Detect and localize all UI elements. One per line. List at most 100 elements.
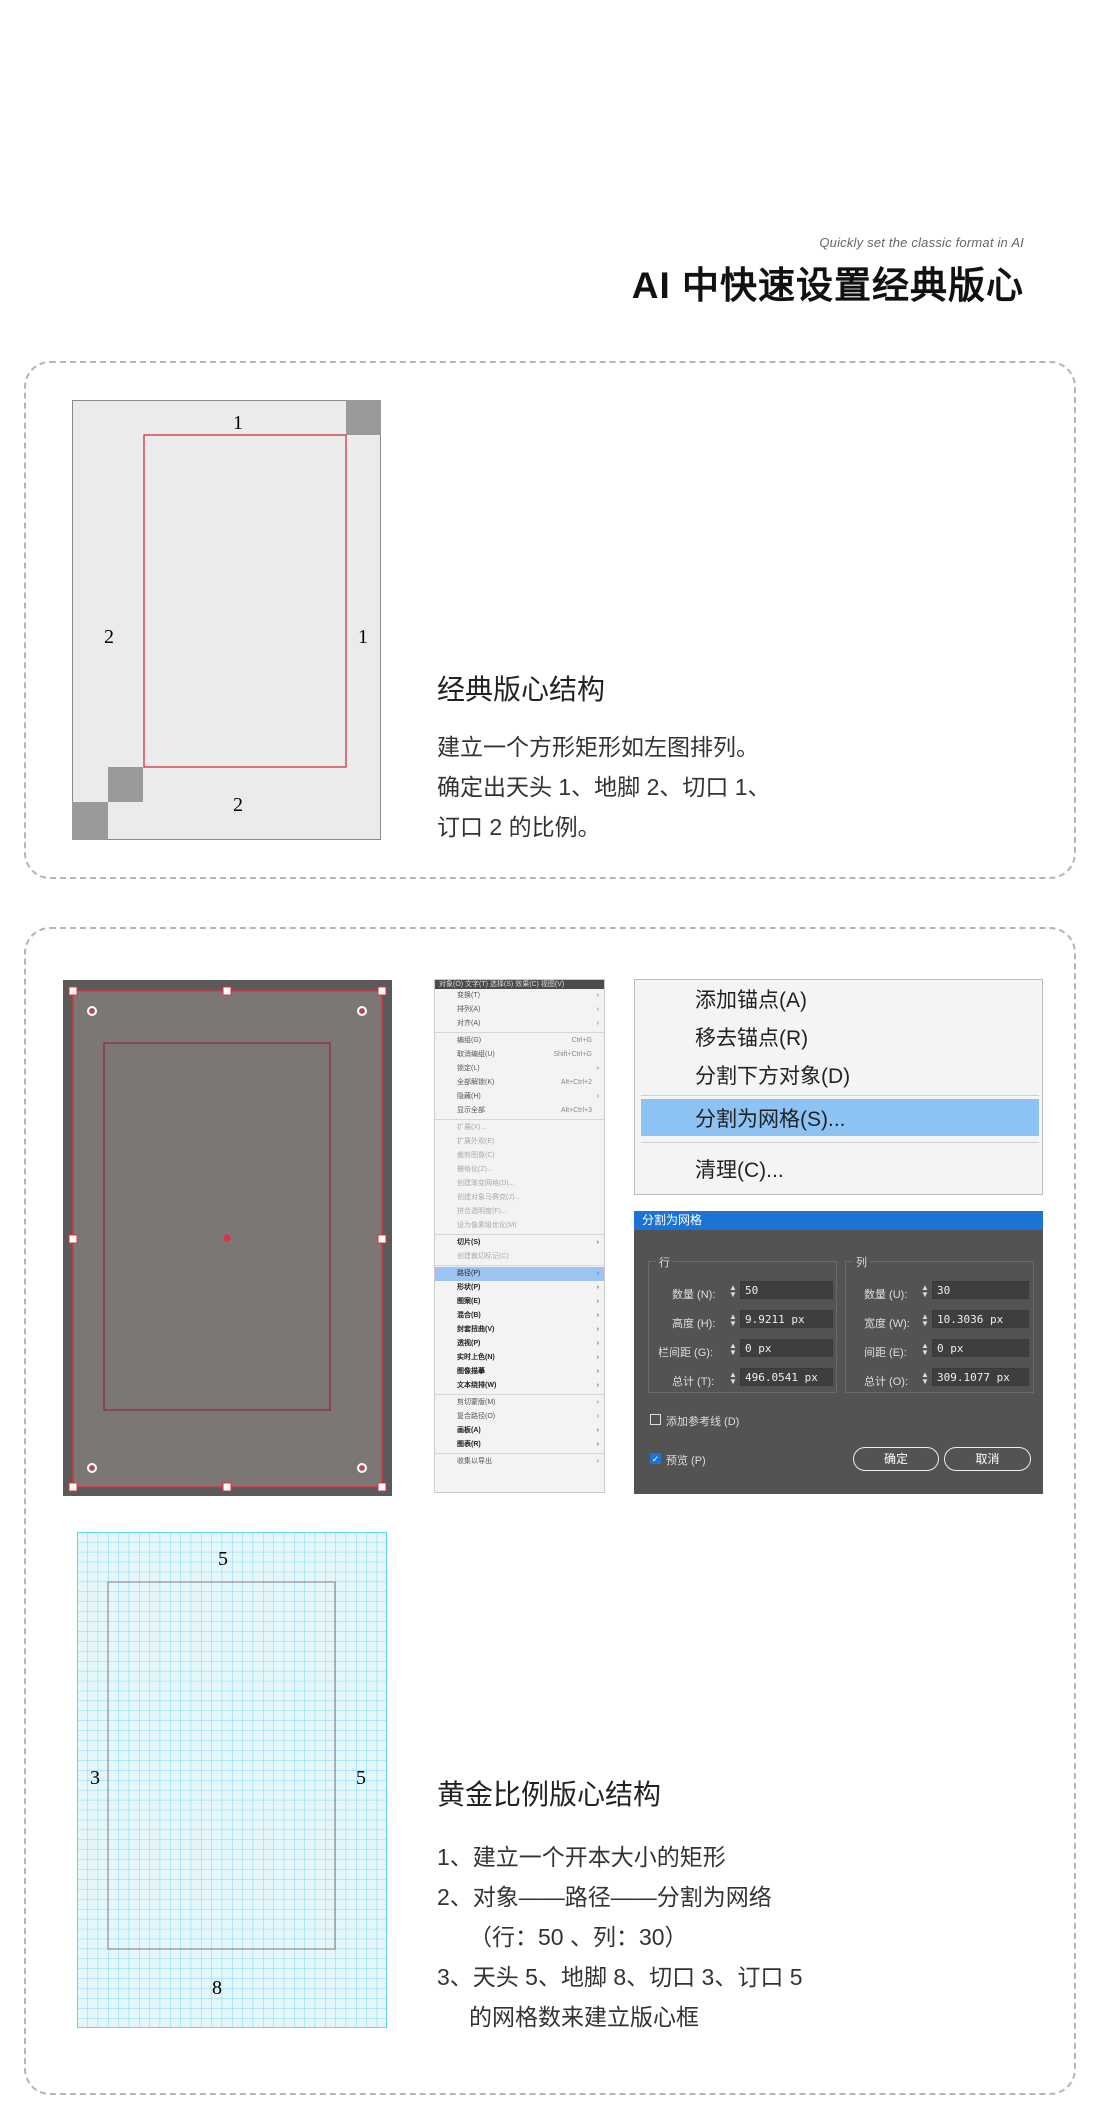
chevron-right-icon: ›: [596, 1326, 599, 1333]
menu-item[interactable]: 对齐(A) ›: [435, 1017, 604, 1031]
chevron-right-icon: ›: [596, 1006, 599, 1013]
spinner-arrows-icon[interactable]: ▲ ▼: [729, 1284, 737, 1299]
menu-item-split-grid[interactable]: 分割为网格(S)...: [695, 1103, 846, 1133]
menu-item[interactable]: 收集以导出 ›: [435, 1455, 604, 1469]
menu-item-remove-anchor[interactable]: 移去锚点(R): [695, 1022, 808, 1052]
menu-item[interactable]: 编组(G) Ctrl+G: [435, 1034, 604, 1048]
rows-height-label: 高度 (H):: [672, 1318, 716, 1330]
cols-number-label: 数量 (U):: [864, 1289, 908, 1301]
spinner-arrows-icon[interactable]: ▲ ▼: [921, 1342, 929, 1357]
menu-item[interactable]: 图像描摹 ›: [435, 1365, 604, 1379]
menu-item[interactable]: 拼合透明度(F)...: [435, 1205, 604, 1219]
menu-item-divide-below[interactable]: 分割下方对象(D): [695, 1060, 850, 1090]
cols-width-field[interactable]: 10.3036 px: [932, 1310, 1029, 1328]
menu-item[interactable]: 图案(E) ›: [435, 1295, 604, 1309]
cols-width-label: 宽度 (W):: [864, 1318, 910, 1330]
preview-label: 预览 (P): [666, 1455, 706, 1467]
menu-item[interactable]: 画板(A) ›: [435, 1424, 604, 1438]
cols-total-field[interactable]: 309.1077 px: [932, 1368, 1029, 1386]
chevron-right-icon: ›: [596, 1239, 599, 1246]
menu-item[interactable]: 变换(T) ›: [435, 989, 604, 1003]
menu-item[interactable]: 剪切蒙版(M) ›: [435, 1396, 604, 1410]
section2-line: 的网格数来建立版心框: [469, 2004, 699, 2030]
golden-grid-diagram: 5 3 5 8: [77, 1532, 387, 2028]
menu-item[interactable]: 显示全部 Alt+Ctrl+3: [435, 1104, 604, 1118]
menu-item[interactable]: 创建渐变网格(D)...: [435, 1177, 604, 1191]
menu-item-label: 封套扭曲(V): [457, 1326, 495, 1333]
spinner-arrows-icon[interactable]: ▲ ▼: [729, 1371, 737, 1386]
menu-item[interactable]: 混合(B) ›: [435, 1309, 604, 1323]
chevron-right-icon: ›: [596, 992, 599, 999]
rows-group-label: 行: [656, 1254, 673, 1270]
cols-gutter-field[interactable]: 0 px: [932, 1339, 1029, 1357]
menu-item-label: 创建渐变网格(D)...: [457, 1180, 515, 1187]
object-menu: 对象(O) 文字(T) 选择(S) 效果(C) 视图(V) 变换(T) › 排列(A…: [434, 979, 605, 1493]
menu-item[interactable]: 实时上色(N) ›: [435, 1351, 604, 1365]
spinner-arrows-icon[interactable]: ▲ ▼: [729, 1313, 737, 1328]
label-head: 1: [233, 412, 243, 434]
menu-item-add-anchor[interactable]: 添加锚点(A): [695, 984, 807, 1014]
menu-item[interactable]: 取消编组(U) Shift+Ctrl+G: [435, 1048, 604, 1062]
menu-item[interactable]: 扩展(X)...: [435, 1121, 604, 1135]
menu-item[interactable]: 扩展外观(E): [435, 1135, 604, 1149]
menu-item-label: 创建对象马赛克(J)...: [457, 1194, 520, 1201]
spinner-arrows-icon[interactable]: ▲ ▼: [729, 1342, 737, 1357]
section1-line: 订口 2 的比例。: [437, 814, 601, 840]
preview-checkbox[interactable]: ✓: [650, 1453, 661, 1464]
menu-item-label: 画板(A): [457, 1427, 481, 1434]
cancel-button[interactable]: 取消: [944, 1447, 1031, 1471]
menu-item[interactable]: 形状(P) ›: [435, 1281, 604, 1295]
chevron-right-icon: ›: [596, 1399, 599, 1406]
menu-item-label: 剪切蒙版(M): [457, 1399, 496, 1406]
menu-item-label: 图表(R): [457, 1441, 481, 1448]
cols-number-field[interactable]: 30: [932, 1281, 1029, 1299]
rows-total-field[interactable]: 496.0541 px: [740, 1368, 833, 1386]
spinner-arrows-icon[interactable]: ▲ ▼: [921, 1371, 929, 1386]
menu-item[interactable]: 锁定(L) ›: [435, 1062, 604, 1076]
menu-item-label: 变换(T): [457, 992, 480, 999]
menu-item-shortcut: Alt+Ctrl+2: [560, 1079, 592, 1086]
menu-item[interactable]: 文本绕排(W) ›: [435, 1379, 604, 1393]
menu-item-label: 取消编组(U): [457, 1051, 495, 1058]
menu-item-label: 实时上色(N): [457, 1354, 495, 1361]
menu-item[interactable]: 创建裁切标记(C): [435, 1250, 604, 1264]
menu-item[interactable]: 路径(P) ›: [435, 1267, 604, 1281]
menu-item[interactable]: 栅格化(Z)...: [435, 1163, 604, 1177]
chevron-right-icon: ›: [596, 1354, 599, 1361]
menu-item-label: 编组(G): [457, 1037, 482, 1044]
menu-separator: [641, 1142, 1039, 1143]
section1-line: 确定出天头 1、地脚 2、切口 1、: [437, 774, 771, 800]
menu-item[interactable]: 全部解锁(K) Alt+Ctrl+2: [435, 1076, 604, 1090]
menu-item[interactable]: 隐藏(H) ›: [435, 1090, 604, 1104]
rows-height-field[interactable]: 9.9211 px: [740, 1310, 833, 1328]
menu-item[interactable]: 复合路径(O) ›: [435, 1410, 604, 1424]
menu-item-label: 收集以导出: [457, 1458, 492, 1465]
rows-number-field[interactable]: 50: [740, 1281, 833, 1299]
corner-square-bottom-left: [72, 802, 108, 840]
menu-separator: [435, 1234, 604, 1235]
rows-gutter-field[interactable]: 0 px: [740, 1339, 833, 1357]
menu-item[interactable]: 裁剪图像(C): [435, 1149, 604, 1163]
menu-item[interactable]: 排列(A) ›: [435, 1003, 604, 1017]
chevron-right-icon: ›: [596, 1340, 599, 1347]
ok-button[interactable]: 确定: [853, 1447, 939, 1471]
menu-item[interactable]: 设为像素级优化(M): [435, 1219, 604, 1233]
menu-item[interactable]: 封套扭曲(V) ›: [435, 1323, 604, 1337]
spinner-arrows-icon[interactable]: ▲ ▼: [921, 1284, 929, 1299]
chevron-right-icon: ›: [596, 1270, 599, 1277]
center-point: [223, 1234, 231, 1242]
menu-item-label: 锁定(L): [457, 1065, 480, 1072]
menu-item-cleanup[interactable]: 清理(C)...: [695, 1154, 784, 1184]
menu-item[interactable]: 创建对象马赛克(J)...: [435, 1191, 604, 1205]
add-guides-checkbox[interactable]: [650, 1414, 661, 1425]
menu-separator: [435, 1265, 604, 1266]
menu-item[interactable]: 切片(S) ›: [435, 1236, 604, 1250]
menu-item-label: 设为像素级优化(M): [457, 1222, 517, 1229]
menu-separator: [435, 1453, 604, 1454]
rows-gutter-label: 栏间距 (G):: [658, 1347, 713, 1359]
spinner-arrows-icon[interactable]: ▲ ▼: [921, 1313, 929, 1328]
path-submenu: 添加锚点(A) 移去锚点(R) 分割下方对象(D) 分割为网格(S)... 清理…: [634, 979, 1043, 1195]
menu-item[interactable]: 透视(P) ›: [435, 1337, 604, 1351]
menu-item[interactable]: 图表(R) ›: [435, 1438, 604, 1452]
chevron-right-icon: ›: [596, 1458, 599, 1465]
